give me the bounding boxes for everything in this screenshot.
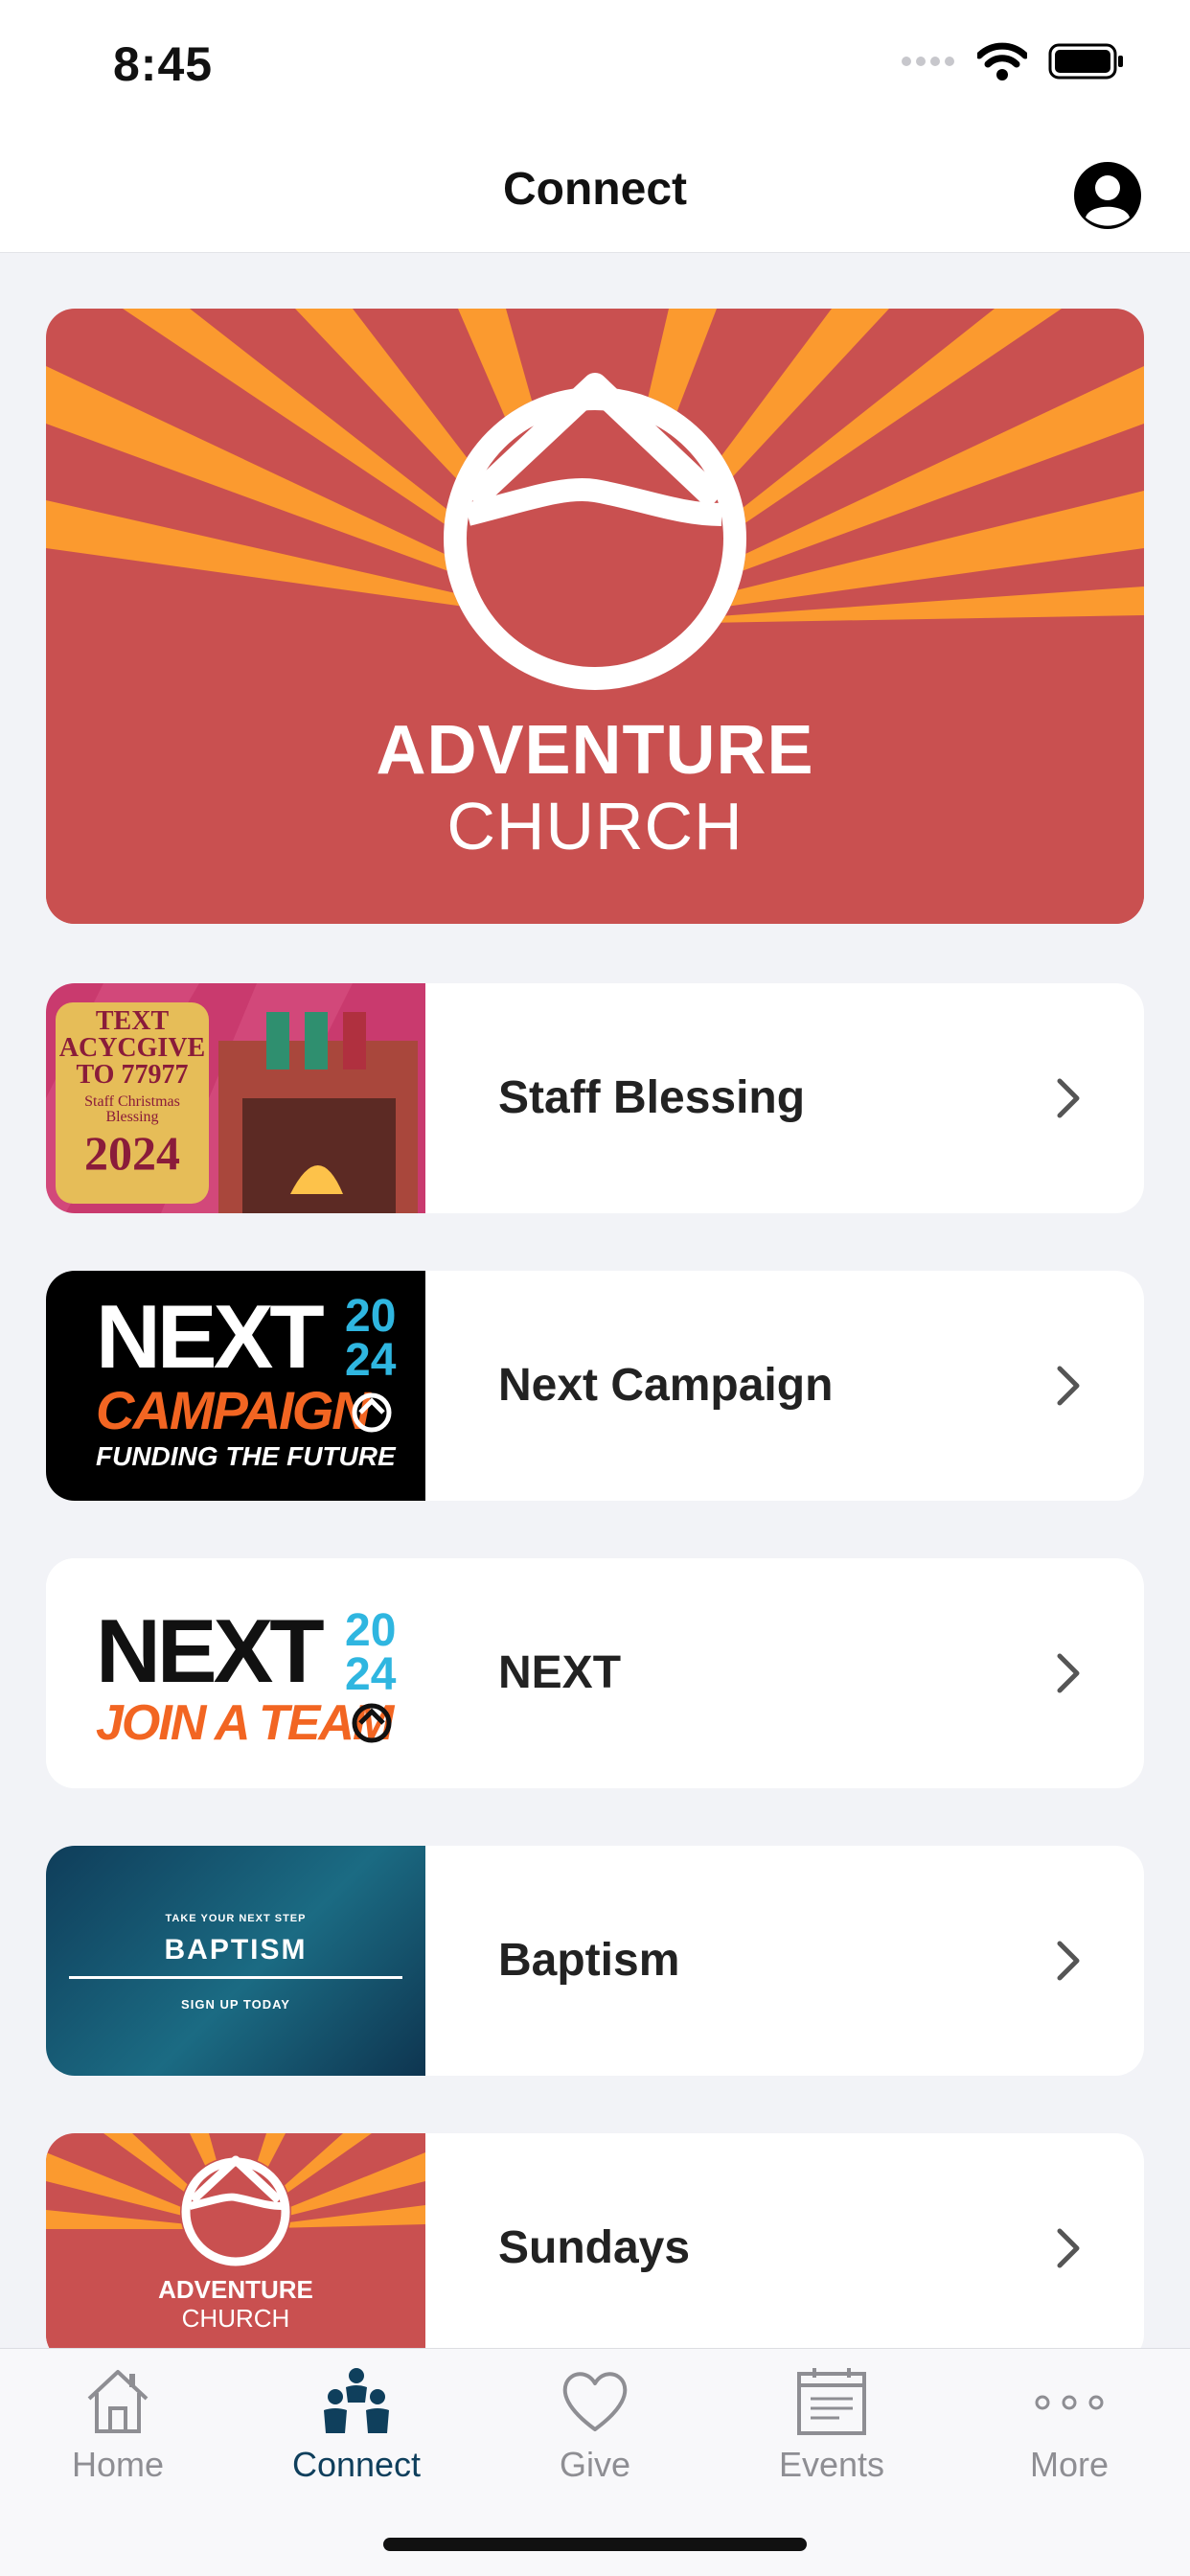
staff-blessing-thumbnail: TEXT ACYCGIVE TO 77977 Staff Christmas B… xyxy=(46,983,425,1213)
tab-label: Home xyxy=(71,2445,165,2484)
chevron-right-icon xyxy=(1057,1078,1080,1118)
status-icons xyxy=(901,42,1125,80)
tab-give[interactable]: Give xyxy=(499,2364,691,2498)
profile-icon[interactable] xyxy=(1073,161,1142,230)
thumb-year-bottom: 24 xyxy=(345,1335,397,1386)
thumb-title: NEXT xyxy=(96,1600,325,1701)
thumb-sub: JOIN A TEAM xyxy=(96,1695,394,1751)
thumb-text-line: TEXT xyxy=(95,1006,170,1036)
chevron-right-icon xyxy=(1057,2228,1080,2268)
wifi-icon xyxy=(977,42,1027,80)
tab-label: Events xyxy=(778,2445,885,2484)
thumb-text-line: TO 77977 xyxy=(76,1060,189,1090)
list-item-baptism[interactable]: TAKE YOUR NEXT STEP BAPTISM SIGN UP TODA… xyxy=(46,1846,1144,2076)
chevron-right-icon xyxy=(1057,1941,1080,1981)
status-bar: 8:45 xyxy=(0,0,1190,134)
thumb-text-line: Staff Christmas xyxy=(84,1093,180,1110)
list-item-staff-blessing[interactable]: TEXT ACYCGIVE TO 77977 Staff Christmas B… xyxy=(46,983,1144,1213)
chevron-right-icon xyxy=(1057,1366,1080,1406)
church-logo-icon xyxy=(352,1392,392,1433)
heart-icon xyxy=(562,2372,628,2431)
list-item-label: Next Campaign xyxy=(498,1360,834,1411)
sundays-thumbnail: ADVENTURE CHURCH xyxy=(46,2133,425,2363)
list-item-label: Staff Blessing xyxy=(498,1072,806,1123)
list-item-label: Baptism xyxy=(498,1935,680,1986)
thumb-line2: CHURCH xyxy=(181,2304,290,2333)
thumb-text-line: 2024 xyxy=(84,1126,180,1180)
thumb-sub: CAMPAIGN xyxy=(96,1380,371,1440)
cellular-signal-icon xyxy=(902,57,954,66)
thumb-year-top: 20 xyxy=(345,1291,397,1342)
calendar-icon xyxy=(797,2368,866,2435)
thumb-text-line: ACYCGIVE xyxy=(58,1033,206,1063)
list-item-label: Sundays xyxy=(498,2222,691,2273)
thumb-text-line: Blessing xyxy=(105,1109,159,1125)
tab-home[interactable]: Home xyxy=(22,2364,214,2498)
status-time: 8:45 xyxy=(113,37,214,91)
tab-label: More xyxy=(1029,2445,1110,2484)
thumb-sub: SIGN UP TODAY xyxy=(181,1997,290,2012)
list-item-label: NEXT xyxy=(498,1647,622,1698)
home-indicator xyxy=(383,2538,807,2551)
thumb-tag: FUNDING THE FUTURE xyxy=(96,1441,396,1471)
next-campaign-thumbnail: NEXT 20 24 CAMPAIGN FUNDING THE FUTURE xyxy=(46,1271,425,1501)
battery-icon xyxy=(1048,43,1123,80)
church-logo-icon xyxy=(352,1703,392,1743)
thumb-title: BAPTISM xyxy=(164,1934,308,1966)
house-icon xyxy=(87,2370,149,2433)
tab-events[interactable]: Events xyxy=(736,2364,927,2498)
chevron-right-icon xyxy=(1057,1653,1080,1693)
thumb-line1: ADVENTURE xyxy=(158,2275,313,2304)
tab-connect[interactable]: Connect xyxy=(261,2364,452,2498)
more-dots-icon xyxy=(1035,2395,1104,2410)
page-title: Connect xyxy=(503,164,687,215)
next-thumbnail: NEXT 20 24 JOIN A TEAM xyxy=(46,1558,425,1788)
thumb-year-bottom: 24 xyxy=(345,1649,397,1700)
thumb-divider xyxy=(69,1976,402,1979)
list-item-next[interactable]: NEXT 20 24 JOIN A TEAM NEXT xyxy=(46,1558,1144,1788)
baptism-thumbnail: TAKE YOUR NEXT STEP BAPTISM SIGN UP TODA… xyxy=(46,1846,425,2076)
people-icon xyxy=(324,2368,389,2433)
thumb-title: NEXT xyxy=(96,1286,325,1387)
navigation-bar: Connect xyxy=(0,134,1190,253)
tab-more[interactable]: More xyxy=(973,2364,1165,2498)
list-item-sundays[interactable]: ADVENTURE CHURCH Sundays xyxy=(46,2133,1144,2363)
hero-subtitle: CHURCH xyxy=(446,789,744,863)
tab-label: Give xyxy=(559,2445,631,2484)
thumb-year-top: 20 xyxy=(345,1605,397,1656)
thumb-kicker: TAKE YOUR NEXT STEP xyxy=(165,1913,307,1924)
list-item-next-campaign[interactable]: NEXT 20 24 CAMPAIGN FUNDING THE FUTURE N… xyxy=(46,1271,1144,1501)
tab-label: Connect xyxy=(291,2445,422,2484)
hero-title: ADVENTURE xyxy=(376,712,814,789)
hero-banner[interactable]: ADVENTURE CHURCH xyxy=(46,309,1144,924)
